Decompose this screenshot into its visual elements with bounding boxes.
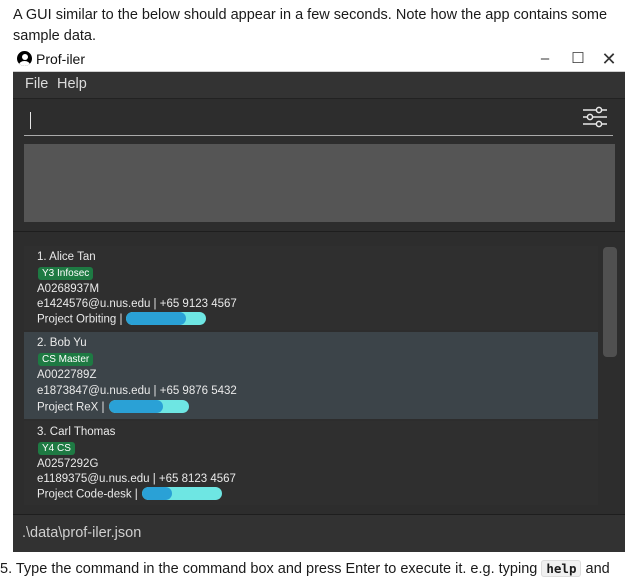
text-caret (30, 112, 31, 129)
person-card-selected[interactable]: 2. Bob Yu CS Master A0022789Z e1873847@u… (24, 332, 598, 419)
menu-help[interactable]: Help (57, 76, 87, 92)
person-id: A0022789Z (37, 369, 97, 381)
doc-intro-line-2: sample data. (13, 28, 97, 44)
title-bar: Prof-iler – ☐ ✕ (13, 48, 625, 72)
doc-step-5: 5. Type the command in the command box a… (0, 560, 610, 577)
person-contact: e1189375@u.nus.edu | +65 8123 4567 (37, 473, 236, 485)
person-project: Project Code-desk | (37, 488, 138, 501)
person-contact: e1424576@u.nus.edu | +65 9123 4567 (37, 298, 237, 310)
person-name: 1. Alice Tan (37, 251, 96, 263)
menu-file[interactable]: File (25, 76, 48, 92)
save-location: .\data\prof-iler.json (22, 525, 142, 541)
person-card[interactable]: 1. Alice Tan Y3 Infosec A0268937M e14245… (24, 246, 598, 330)
doc-intro-line-1: A GUI similar to the below should appear… (13, 7, 608, 23)
list-scrollbar[interactable] (601, 245, 619, 505)
minimize-button[interactable]: – (532, 49, 558, 69)
person-list-panel: 1. Alice Tan Y3 Infosec A0268937M e14245… (13, 231, 625, 512)
menu-bar: File Help (13, 72, 625, 99)
person-circle-icon (17, 51, 32, 66)
person-name: 2. Bob Yu (37, 337, 87, 349)
command-input[interactable] (24, 109, 613, 136)
person-id: A0257292G (37, 458, 99, 470)
person-project: Project Orbiting | (37, 313, 123, 326)
scrollbar-thumb[interactable] (603, 247, 617, 357)
doc-step-5-prefix: 5. Type the command in the command box a… (0, 561, 542, 577)
inline-code-help: help (541, 560, 582, 577)
window-title: Prof-iler (36, 51, 86, 67)
person-name: 3. Carl Thomas (37, 426, 116, 438)
command-area (13, 99, 625, 139)
project-progress-bar (126, 312, 207, 325)
person-project-row: Project ReX | (37, 400, 189, 414)
status-bar: .\data\prof-iler.json (13, 514, 625, 552)
maximize-button[interactable]: ☐ (565, 49, 591, 69)
person-project-row: Project Code-desk | (37, 487, 222, 501)
person-tag: Y4 CS (38, 442, 75, 455)
result-display (24, 144, 615, 222)
person-tag: CS Master (38, 353, 94, 366)
sliders-icon[interactable] (581, 106, 609, 128)
person-contact: e1873847@u.nus.edu | +65 9876 5432 (37, 385, 237, 397)
doc-step-5-suffix: and (581, 561, 610, 577)
close-button[interactable]: ✕ (596, 49, 622, 69)
project-progress-bar (108, 400, 189, 413)
app-window: Prof-iler – ☐ ✕ File Help 1. Alice Tan Y… (13, 48, 625, 552)
person-id: A0268937M (37, 283, 100, 295)
person-tag: Y3 Infosec (38, 267, 94, 280)
person-card[interactable]: 3. Carl Thomas Y4 CS A0257292G e1189375@… (24, 421, 598, 505)
project-progress-bar (141, 487, 222, 500)
person-project-row: Project Orbiting | (37, 312, 207, 326)
person-project: Project ReX | (37, 401, 105, 414)
